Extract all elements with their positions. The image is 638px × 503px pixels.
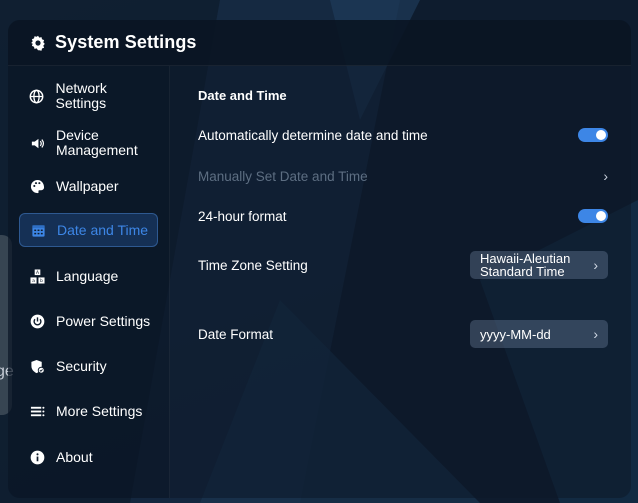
date-format-value: yyyy-MM-dd <box>480 326 551 342</box>
sidebar-item-label: Date and Time <box>57 221 149 238</box>
info-icon <box>29 449 45 465</box>
sidebar-item-device-management[interactable]: Device Management <box>19 123 158 163</box>
sidebar-item-power-settings[interactable]: Power Settings <box>19 304 158 338</box>
sidebar-item-more-settings[interactable]: More Settings <box>19 394 158 428</box>
sidebar-item-label: About <box>56 448 93 465</box>
sidebar-item-label: Security <box>56 357 107 374</box>
sidebar-item-network-settings[interactable]: Network Settings <box>19 79 158 113</box>
panel-header: System Settings <box>8 20 631 66</box>
settings-panel: System Settings Network Settings Device … <box>8 20 631 498</box>
sidebar: Network Settings Device Management Wallp… <box>8 66 170 498</box>
power-icon <box>29 313 45 329</box>
sidebar-item-date-and-time[interactable]: Date and Time <box>19 213 158 247</box>
timezone-row: Time Zone Setting Hawaii-Aleutian Standa… <box>198 249 608 281</box>
section-title: Date and Time <box>198 88 287 103</box>
sidebar-item-security[interactable]: Security <box>19 349 158 383</box>
language-icon: Aab <box>29 268 45 284</box>
globe-icon <box>29 88 45 104</box>
page-title: System Settings <box>55 32 197 52</box>
content-area: Date and Time Automatically determine da… <box>170 66 631 498</box>
timezone-value: Hawaii-Aleutian Standard Time <box>480 252 571 278</box>
timezone-select[interactable]: Hawaii-Aleutian Standard Time › <box>470 251 608 279</box>
date-format-row: Date Format yyyy-MM-dd › <box>198 319 608 349</box>
manual-datetime-row: Manually Set Date and Time › <box>198 161 608 191</box>
palette-icon <box>29 178 45 194</box>
sidebar-item-label: Device Management <box>56 127 138 158</box>
date-format-label: Date Format <box>198 326 274 342</box>
sidebar-item-label: More Settings <box>56 402 143 419</box>
toggle-knob <box>596 130 606 140</box>
sidebar-item-label: Network Settings <box>55 80 107 111</box>
more-icon <box>29 403 45 419</box>
hour24-label: 24-hour format <box>198 208 287 224</box>
svg-text:a: a <box>32 279 35 284</box>
speaker-icon <box>29 135 45 151</box>
manual-datetime-label: Manually Set Date and Time <box>198 168 368 184</box>
gear-icon <box>30 35 46 51</box>
auto-datetime-toggle[interactable] <box>578 128 608 142</box>
shield-icon <box>29 358 45 374</box>
calendar-icon <box>30 222 46 238</box>
auto-datetime-row[interactable]: Automatically determine date and time <box>198 120 608 150</box>
sidebar-item-wallpaper[interactable]: Wallpaper <box>19 169 158 203</box>
sidebar-item-label: Language <box>56 267 119 284</box>
chevron-right-icon: › <box>593 257 598 273</box>
toggle-knob <box>596 211 606 221</box>
svg-text:b: b <box>40 278 43 284</box>
hour24-row[interactable]: 24-hour format <box>198 201 608 231</box>
timezone-label: Time Zone Setting <box>198 257 308 273</box>
sidebar-item-label: Power Settings <box>56 312 151 329</box>
chevron-right-icon: › <box>603 168 608 184</box>
sidebar-item-label: Wallpaper <box>56 177 119 194</box>
auto-datetime-label: Automatically determine date and time <box>198 127 428 143</box>
hour24-toggle[interactable] <box>578 209 608 223</box>
sidebar-item-about[interactable]: About <box>19 440 158 474</box>
chevron-right-icon: › <box>593 326 598 342</box>
sidebar-item-language[interactable]: Aab Language <box>19 259 158 293</box>
date-format-select[interactable]: yyyy-MM-dd › <box>470 320 608 348</box>
